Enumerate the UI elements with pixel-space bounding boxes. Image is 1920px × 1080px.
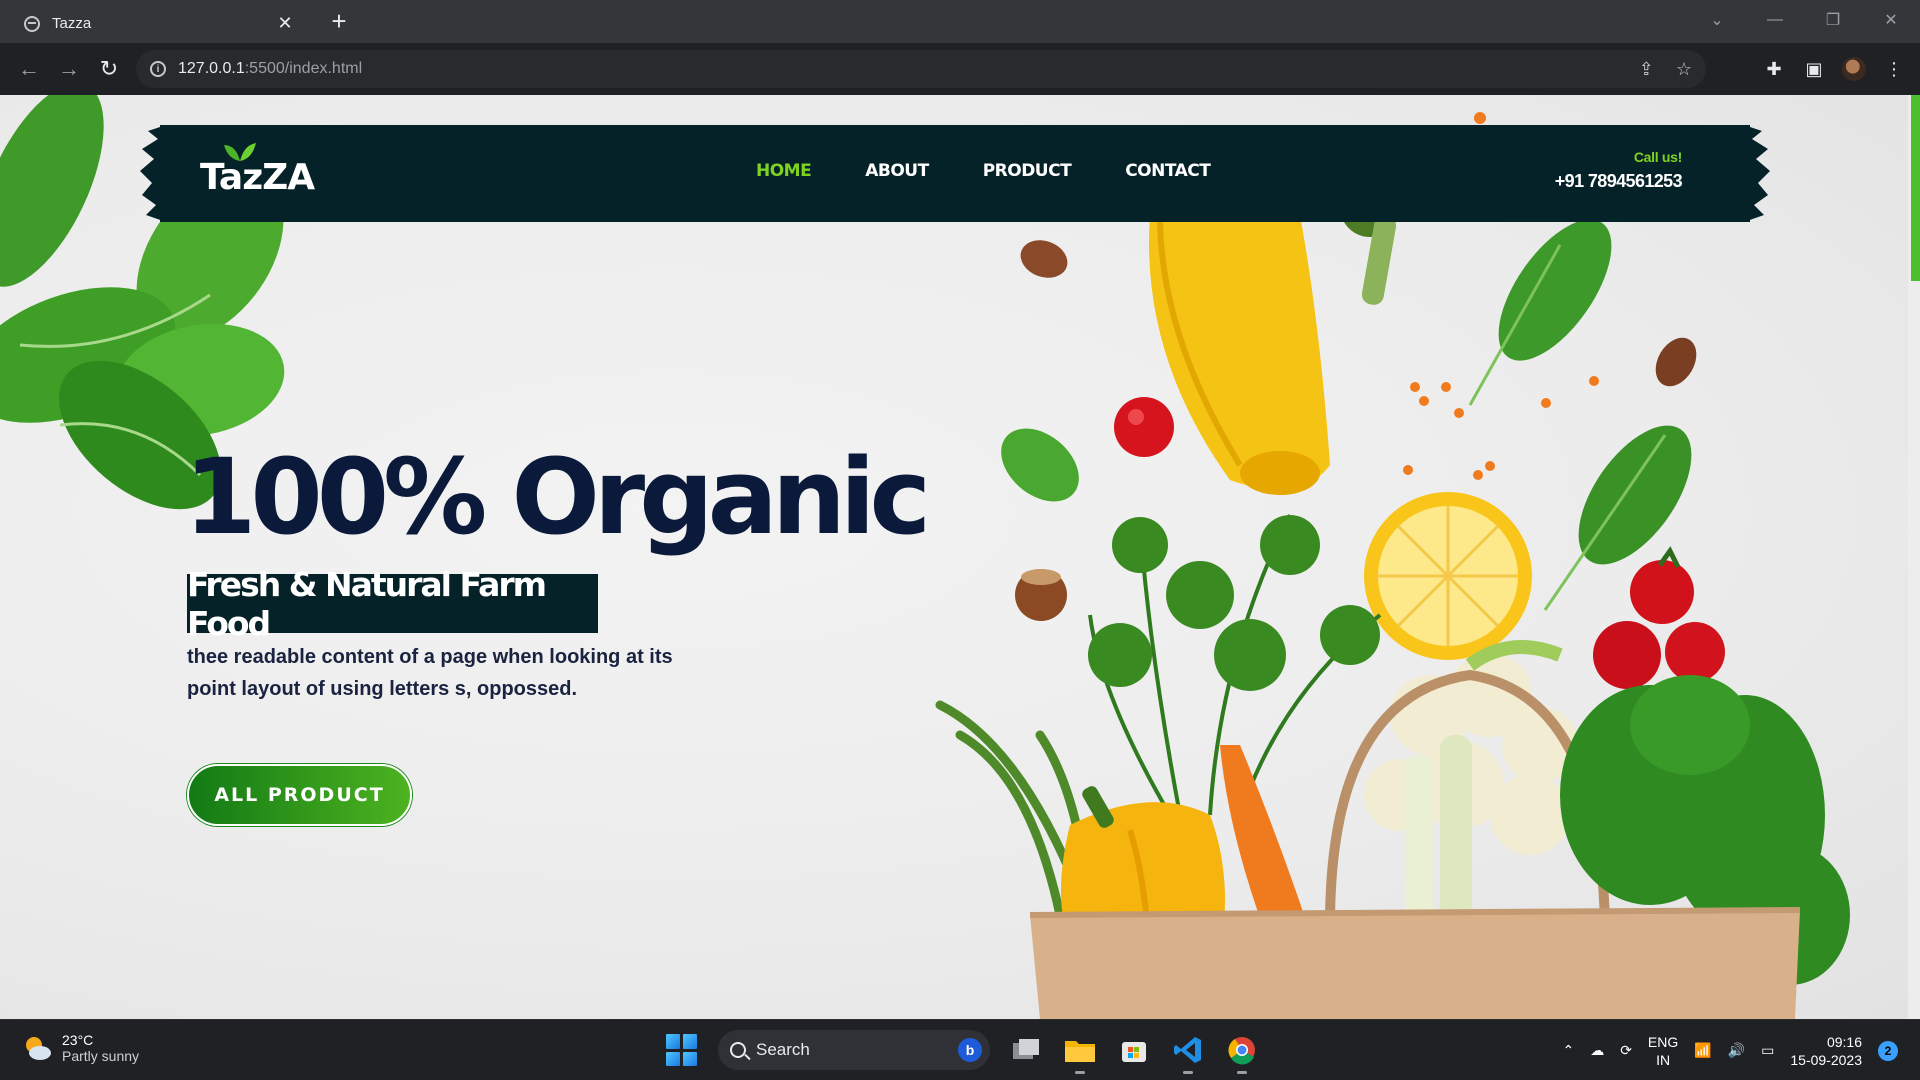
running-indicator: [1237, 1071, 1247, 1074]
header-brush-edge-right: [1744, 125, 1770, 222]
share-icon[interactable]: ⇪: [1639, 59, 1654, 80]
url-host: 127.0.0.1: [178, 60, 245, 77]
globe-icon: [24, 15, 40, 32]
profile-avatar[interactable]: [1842, 57, 1866, 81]
hero-description-line-2: point layout of using letters s, opposse…: [187, 678, 578, 700]
weather-widget[interactable]: 23°C Partly sunny: [22, 1032, 139, 1064]
call-us-label: Call us!: [1633, 149, 1682, 165]
windows-start-icon[interactable]: [664, 1032, 700, 1068]
running-indicator: [1183, 1071, 1193, 1074]
language-indicator[interactable]: ENG IN: [1648, 1033, 1678, 1069]
forward-arrow-icon[interactable]: →: [54, 54, 84, 84]
clock-date: 15-09-2023: [1790, 1051, 1862, 1068]
cauliflower: [1364, 653, 1578, 855]
minimize-button[interactable]: —: [1746, 0, 1804, 40]
hero-description-line-1: thee readable content of a page when loo…: [187, 646, 673, 668]
search-icon: [730, 1042, 746, 1058]
window-controls: ⌄ — ❐ ✕: [1688, 0, 1920, 40]
back-arrow-icon[interactable]: ←: [14, 54, 44, 84]
browser-toolbar: ← → ↻ i 127.0.0.1:5500/index.html ⇪ ☆ ✚ …: [0, 43, 1920, 95]
bing-icon[interactable]: b: [958, 1038, 982, 1062]
address-bar[interactable]: i 127.0.0.1:5500/index.html ⇪ ☆: [136, 50, 1706, 88]
weather-description: Partly sunny: [62, 1048, 140, 1064]
call-us-block: Call us! +91 7894561253: [1555, 149, 1683, 192]
new-tab-button[interactable]: +: [324, 6, 354, 37]
more-menu-icon[interactable]: ⋮: [1882, 59, 1906, 80]
hero-title: 100% Organic: [184, 436, 931, 558]
address-bar-actions: ⇪ ☆: [1639, 50, 1692, 88]
clock-time: 09:16: [1826, 1033, 1862, 1050]
search-label: Search: [756, 1040, 810, 1059]
hero-subtitle: Fresh & Natural Farm Food: [187, 565, 598, 643]
site-header: TazZA HOME ABOUT PRODUCT CONTACT Call us…: [140, 125, 1770, 222]
scrollbar-thumb[interactable]: [1911, 95, 1920, 281]
page-viewport: TazZA HOME ABOUT PRODUCT CONTACT Call us…: [0, 95, 1920, 1019]
sync-icon[interactable]: ⟳: [1620, 1042, 1632, 1059]
bookmark-star-icon[interactable]: ☆: [1676, 59, 1692, 80]
extensions-puzzle-icon[interactable]: ✚: [1762, 59, 1786, 80]
tab-close-icon[interactable]: ✕: [274, 13, 296, 34]
task-view-icon[interactable]: [1008, 1032, 1044, 1068]
nav-link-product[interactable]: PRODUCT: [983, 161, 1072, 181]
taskbar-search[interactable]: Search b: [718, 1030, 990, 1070]
battery-icon[interactable]: ▭: [1761, 1042, 1774, 1059]
nav-link-about[interactable]: ABOUT: [865, 161, 929, 181]
nav-link-home[interactable]: HOME: [756, 161, 812, 181]
wifi-icon[interactable]: 📶: [1694, 1042, 1711, 1059]
vscode-icon[interactable]: [1170, 1032, 1206, 1074]
show-hidden-icons-chevron-icon[interactable]: ⌃: [1562, 1042, 1574, 1059]
browser-tab[interactable]: Tazza ✕: [10, 4, 310, 43]
region-code: IN: [1656, 1051, 1671, 1068]
language-code: ENG: [1647, 1033, 1679, 1050]
notification-badge[interactable]: 2: [1878, 1040, 1898, 1061]
system-tray: ⌃ ☁ ⟳ ENG IN 📶 🔊 ▭ 09:16 15-09-2023 2: [1562, 1020, 1898, 1080]
hero-description: thee readable content of a page when loo…: [187, 641, 707, 705]
file-explorer-icon[interactable]: [1062, 1032, 1098, 1074]
toolbar-right: ✚ ▣ ⋮: [1762, 43, 1906, 95]
side-panel-icon[interactable]: ▣: [1802, 59, 1826, 80]
tab-search-chevron-icon[interactable]: ⌄: [1688, 0, 1746, 40]
site-info-icon[interactable]: i: [150, 61, 166, 77]
header-brush-edge-left: [140, 125, 166, 222]
weather-temperature: 23°C: [62, 1032, 94, 1048]
main-nav: HOME ABOUT PRODUCT CONTACT: [756, 161, 1211, 181]
close-window-button[interactable]: ✕: [1862, 0, 1920, 40]
restore-button[interactable]: ❐: [1804, 0, 1862, 40]
all-product-button[interactable]: ALL PRODUCT: [187, 764, 412, 826]
url-path: :5500/index.html: [244, 60, 363, 77]
reload-icon[interactable]: ↻: [94, 54, 124, 84]
system-clock[interactable]: 09:16 15-09-2023: [1790, 1033, 1862, 1069]
logo-text: TazZA: [200, 157, 315, 198]
windows-taskbar: 23°C Partly sunny Search b ⌃ ☁ ⟳ ENG IN …: [0, 1019, 1920, 1080]
taskbar-apps: Search b: [664, 1028, 1260, 1074]
nav-link-contact[interactable]: CONTACT: [1125, 161, 1211, 181]
leaf-logo-icon: [224, 143, 256, 161]
volume-icon[interactable]: 🔊: [1728, 1042, 1745, 1059]
chrome-icon[interactable]: [1224, 1032, 1260, 1074]
browser-tab-strip: Tazza ✕ + ⌄ — ❐ ✕: [0, 0, 1920, 43]
tab-title: Tazza: [52, 15, 92, 32]
running-indicator: [1075, 1071, 1085, 1074]
microsoft-store-icon[interactable]: [1116, 1032, 1152, 1068]
page-scrollbar[interactable]: [1908, 95, 1920, 1019]
onedrive-cloud-icon[interactable]: ☁: [1590, 1042, 1604, 1059]
partly-sunny-icon: [26, 1037, 51, 1060]
phone-number[interactable]: +91 7894561253: [1555, 171, 1683, 192]
site-logo[interactable]: TazZA: [200, 143, 315, 198]
